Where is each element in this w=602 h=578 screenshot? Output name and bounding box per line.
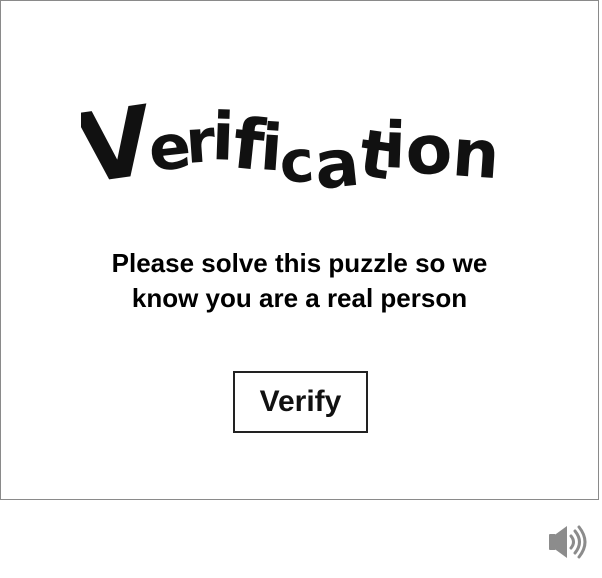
- verify-button[interactable]: Verify: [233, 371, 368, 433]
- captcha-frame: Verification Please solve this puzzle so…: [0, 0, 599, 500]
- instructions-text: Please solve this puzzle so we know you …: [1, 246, 598, 316]
- verification-logo-image: Verification: [81, 85, 502, 201]
- logo-letter: o: [403, 110, 455, 192]
- speaker-icon: [549, 525, 587, 559]
- instructions-line-2: know you are a real person: [131, 283, 468, 313]
- audio-challenge-button[interactable]: [545, 522, 591, 562]
- logo-letter: c: [277, 127, 316, 197]
- logo-letter: n: [450, 114, 502, 194]
- instructions-line-1: Please solve this puzzle so we: [111, 248, 488, 278]
- verification-logo: Verification: [81, 71, 511, 201]
